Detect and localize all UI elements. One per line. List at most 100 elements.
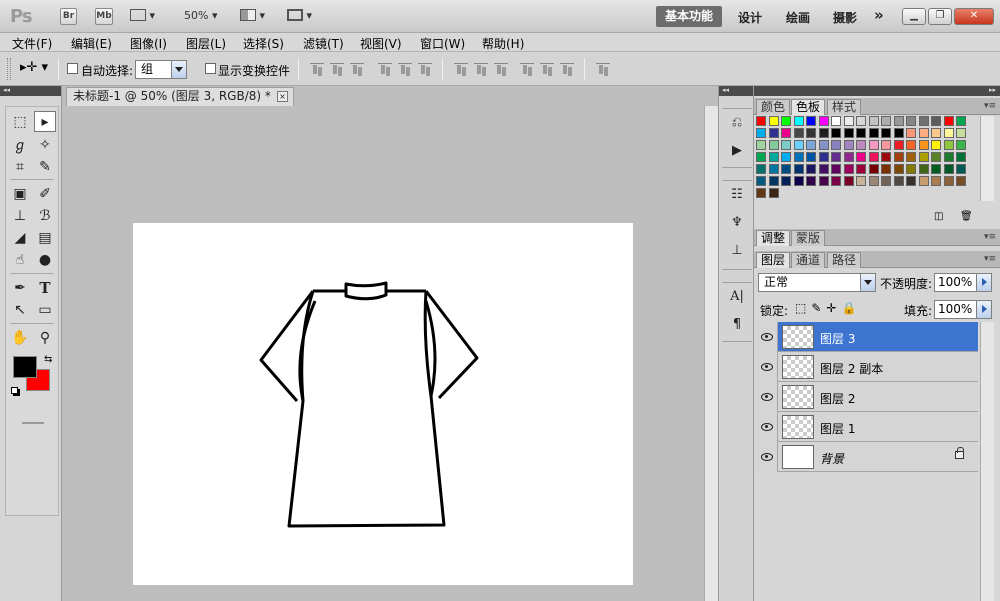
color-swatch[interactable] (906, 176, 916, 186)
color-swatch[interactable] (781, 152, 791, 162)
minimize-button[interactable]: ▁ (902, 8, 926, 25)
color-swatch[interactable] (956, 176, 966, 186)
color-swatch[interactable] (931, 128, 941, 138)
opacity-field[interactable]: 100% (934, 273, 992, 292)
color-swatch[interactable] (893, 176, 904, 186)
clone-source-icon[interactable]: ⊥ (727, 242, 747, 260)
color-swatch[interactable] (931, 164, 941, 174)
align-top-icon[interactable] (310, 63, 324, 75)
auto-select-dropdown[interactable]: 组 (135, 60, 187, 79)
color-swatch[interactable] (781, 176, 791, 186)
color-swatch[interactable] (906, 116, 916, 126)
dock-header[interactable]: ◂◂ (719, 86, 753, 96)
color-swatch[interactable] (768, 176, 779, 186)
color-swatch[interactable] (793, 128, 804, 138)
default-colors-icon[interactable] (11, 387, 18, 394)
color-swatch[interactable] (856, 116, 866, 126)
color-swatch[interactable] (856, 152, 866, 162)
color-swatch[interactable] (931, 176, 941, 186)
color-swatch[interactable] (793, 116, 804, 126)
color-swatch[interactable] (868, 176, 879, 186)
color-swatch[interactable] (868, 128, 879, 138)
color-swatch[interactable] (793, 152, 804, 162)
color-swatch[interactable] (856, 128, 866, 138)
options-grip[interactable] (7, 58, 11, 80)
color-swatch[interactable] (806, 128, 816, 138)
lock-options[interactable]: ⬚✎✛🔒 (795, 301, 861, 315)
rectangle-tool[interactable]: ▭ (34, 299, 56, 320)
color-swatch[interactable] (781, 128, 791, 138)
panel-menu-icon[interactable]: ▾≡ (984, 254, 996, 264)
zoom-tool[interactable]: ⚲ (34, 327, 56, 348)
color-swatch[interactable] (918, 152, 929, 162)
distribute-bottom-icon[interactable] (494, 63, 508, 75)
align-bottom-icon[interactable] (350, 63, 364, 75)
color-swatch[interactable] (756, 164, 766, 174)
brush-presets-icon[interactable]: ☷ (727, 186, 747, 204)
color-swatch[interactable] (881, 128, 891, 138)
menu-filter[interactable]: 滤镜(T) (303, 35, 344, 52)
workspace-painting[interactable]: 绘画 (786, 9, 810, 26)
more-workspaces-button[interactable]: » (874, 6, 884, 24)
screen-mode-dropdown[interactable]: ▾ (287, 9, 312, 22)
character-icon[interactable]: A| (727, 288, 747, 306)
color-swatch[interactable] (756, 188, 766, 198)
color-swatch[interactable] (906, 140, 916, 150)
lock-pixels-icon[interactable]: ✎ (811, 301, 826, 315)
color-swatch[interactable] (806, 152, 816, 162)
color-swatch[interactable] (818, 140, 829, 150)
color-swatch[interactable] (943, 164, 954, 174)
color-swatch[interactable] (806, 116, 816, 126)
tools-panel-header[interactable]: ◂◂ (0, 86, 61, 96)
blend-mode-dropdown[interactable]: 正常 (758, 273, 876, 292)
color-swatch[interactable] (943, 176, 954, 186)
tab-channels[interactable]: 通道 (791, 252, 826, 268)
color-swatch[interactable] (831, 164, 841, 174)
layer-visibility-toggle[interactable] (756, 322, 778, 352)
distribute-vertical-center-icon[interactable] (474, 63, 488, 75)
color-swatch[interactable] (831, 140, 841, 150)
workspace-photography[interactable]: 摄影 (833, 9, 857, 26)
tab-color[interactable]: 颜色 (756, 99, 791, 115)
align-right-icon[interactable] (418, 63, 432, 75)
gradient-tool[interactable]: ▤ (34, 227, 56, 248)
color-swatch[interactable] (868, 164, 879, 174)
swap-colors-icon[interactable]: ⇆ (44, 354, 52, 365)
color-swatch[interactable] (818, 164, 829, 174)
brushes-icon[interactable]: ♆ (727, 214, 747, 232)
distribute-left-icon[interactable] (520, 63, 534, 75)
panel-menu-icon[interactable]: ▾≡ (984, 232, 996, 242)
menu-select[interactable]: 选择(S) (243, 35, 284, 52)
color-swatch[interactable] (931, 140, 941, 150)
color-swatch[interactable] (943, 140, 954, 150)
quick-selection-tool[interactable]: ✧ (34, 134, 56, 155)
auto-select-checkbox[interactable] (67, 63, 78, 74)
hand-tool[interactable]: ✋ (9, 327, 31, 348)
path-selection-tool[interactable]: ↖ (9, 299, 31, 320)
mini-bridge-button[interactable]: Mb (95, 8, 113, 25)
color-swatch[interactable] (831, 128, 841, 138)
quick-mask-button[interactable] (22, 422, 44, 424)
layer-visibility-toggle[interactable] (756, 352, 778, 382)
new-swatch-icon[interactable]: ◫ (934, 211, 943, 222)
workspace-design[interactable]: 设计 (738, 9, 762, 26)
tab-layers[interactable]: 图层 (756, 252, 791, 268)
dodge-tool[interactable]: ● (34, 249, 56, 270)
eyedropper-tool[interactable]: ✎ (34, 156, 56, 177)
color-swatch[interactable] (756, 176, 766, 186)
color-swatch[interactable] (881, 152, 891, 162)
color-swatch[interactable] (868, 116, 879, 126)
menu-view[interactable]: 视图(V) (360, 35, 402, 52)
distribute-horizontal-center-icon[interactable] (540, 63, 554, 75)
right-panels-header[interactable]: ▸▸ (754, 86, 1000, 96)
document-canvas[interactable] (133, 223, 633, 585)
show-transform-checkbox[interactable] (205, 63, 216, 74)
type-tool[interactable]: T (34, 277, 56, 298)
eraser-tool[interactable]: ◢ (9, 227, 31, 248)
actions-icon[interactable]: ▶ (727, 142, 747, 160)
align-left-icon[interactable] (378, 63, 392, 75)
panel-menu-icon[interactable]: ▾≡ (984, 101, 996, 111)
color-swatch[interactable] (893, 128, 904, 138)
auto-align-layers-icon[interactable] (596, 63, 610, 75)
marquee-tool[interactable]: ⬚ (9, 111, 31, 132)
